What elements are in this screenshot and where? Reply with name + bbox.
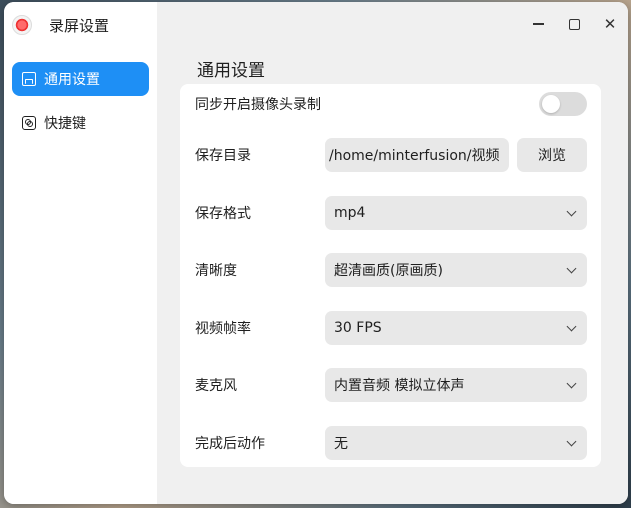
maximize-button[interactable] bbox=[556, 10, 592, 38]
mic-row: 麦克风 内置音频 模拟立体声 bbox=[195, 368, 587, 402]
maximize-icon bbox=[568, 18, 580, 30]
chevron-down-icon bbox=[566, 263, 577, 274]
app-header: 录屏设置 bbox=[12, 12, 109, 38]
camera-toggle[interactable] bbox=[539, 92, 587, 116]
save-icon bbox=[22, 72, 36, 86]
fps-select[interactable]: 30 FPS bbox=[325, 311, 587, 345]
main-panel: ✕ 通用设置 同步开启摄像头录制 保存目录 /home/minterfusion… bbox=[157, 2, 628, 504]
chevron-down-icon bbox=[566, 436, 577, 447]
camera-label: 同步开启摄像头录制 bbox=[195, 97, 321, 113]
fps-label: 视频帧率 bbox=[195, 321, 251, 337]
after-action-value: 无 bbox=[334, 436, 348, 452]
sidebar-item-shortcuts[interactable]: 快捷键 bbox=[12, 106, 149, 140]
after-action-select[interactable]: 无 bbox=[325, 426, 587, 460]
app-title: 录屏设置 bbox=[49, 16, 110, 35]
chevron-down-icon bbox=[566, 321, 577, 332]
section-title: 通用设置 bbox=[197, 61, 265, 81]
window-controls: ✕ bbox=[520, 10, 628, 38]
fps-value: 30 FPS bbox=[334, 320, 382, 336]
record-app-icon bbox=[12, 15, 32, 35]
quality-value: 超清画质(原画质) bbox=[334, 263, 443, 279]
chevron-down-icon bbox=[566, 378, 577, 389]
format-row: 保存格式 mp4 bbox=[195, 196, 587, 230]
after-action-row: 完成后动作 无 bbox=[195, 426, 587, 460]
format-label: 保存格式 bbox=[195, 206, 251, 222]
browse-button[interactable]: 浏览 bbox=[517, 138, 587, 172]
save-dir-label: 保存目录 bbox=[195, 148, 251, 164]
minimize-button[interactable] bbox=[520, 10, 556, 38]
sidebar-item-label: 通用设置 bbox=[44, 72, 100, 88]
toggle-knob bbox=[542, 95, 560, 113]
fps-row: 视频帧率 30 FPS bbox=[195, 311, 587, 345]
mic-value: 内置音频 模拟立体声 bbox=[334, 378, 465, 394]
keyboard-icon bbox=[22, 116, 36, 130]
after-action-label: 完成后动作 bbox=[195, 436, 265, 452]
save-dir-field[interactable]: /home/minterfusion/视频 bbox=[325, 138, 509, 172]
settings-card: 同步开启摄像头录制 保存目录 /home/minterfusion/视频 浏览 … bbox=[180, 84, 601, 467]
save-dir-value: /home/minterfusion/视频 bbox=[329, 148, 500, 164]
mic-label: 麦克风 bbox=[195, 378, 237, 394]
close-button[interactable]: ✕ bbox=[592, 10, 628, 38]
sidebar: 录屏设置 通用设置 快捷键 bbox=[4, 2, 157, 504]
quality-select[interactable]: 超清画质(原画质) bbox=[325, 253, 587, 287]
quality-label: 清晰度 bbox=[195, 263, 237, 279]
chevron-down-icon bbox=[566, 206, 577, 217]
settings-window: 录屏设置 通用设置 快捷键 ✕ 通用设置 同步开启摄像头录制 保存目录 /hom… bbox=[4, 2, 628, 504]
minimize-icon bbox=[532, 23, 544, 25]
sidebar-item-label: 快捷键 bbox=[44, 116, 86, 132]
format-value: mp4 bbox=[334, 205, 366, 221]
sidebar-item-general[interactable]: 通用设置 bbox=[12, 62, 149, 96]
format-select[interactable]: mp4 bbox=[325, 196, 587, 230]
mic-select[interactable]: 内置音频 模拟立体声 bbox=[325, 368, 587, 402]
save-dir-row: 保存目录 /home/minterfusion/视频 浏览 bbox=[195, 138, 587, 172]
camera-row: 同步开启摄像头录制 bbox=[195, 87, 587, 121]
close-icon: ✕ bbox=[603, 15, 617, 33]
quality-row: 清晰度 超清画质(原画质) bbox=[195, 253, 587, 287]
